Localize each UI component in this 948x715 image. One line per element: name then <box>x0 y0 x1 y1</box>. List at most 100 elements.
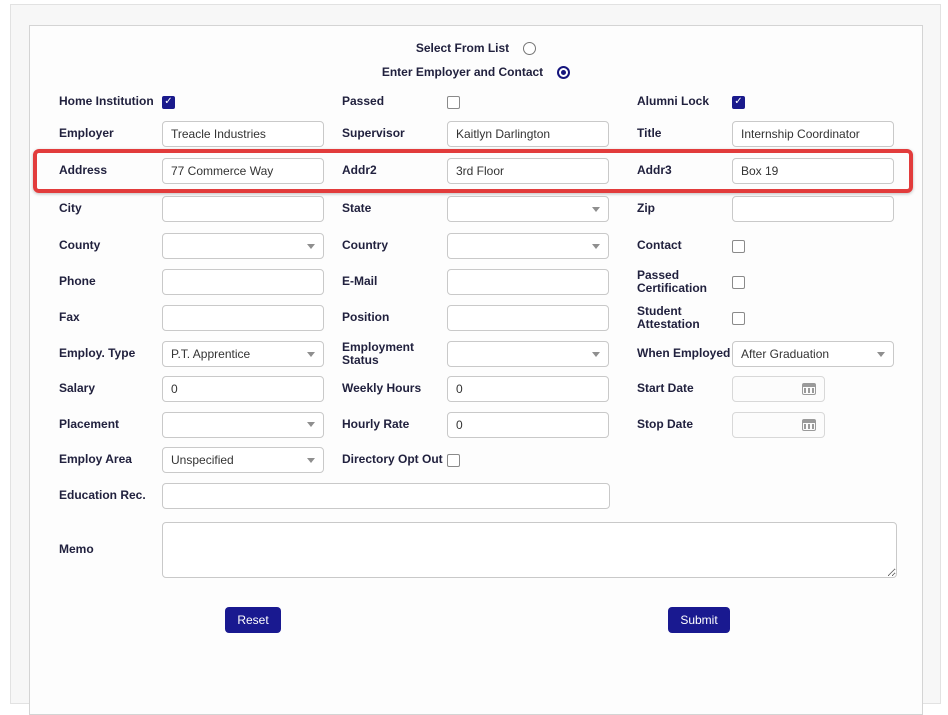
employ-area-label: Employ Area <box>59 452 132 467</box>
home-institution-checkbox[interactable] <box>162 95 175 109</box>
fax-field: Fax <box>59 305 342 331</box>
education-rec-field: Education Rec. <box>59 483 610 509</box>
phone-label: Phone <box>59 274 96 289</box>
student-attestation-field: Student Attestation <box>637 303 895 331</box>
position-input[interactable] <box>447 305 609 331</box>
alumni-lock-field: Alumni Lock <box>637 94 895 109</box>
start-date-date-input[interactable] <box>732 376 825 402</box>
form-row: County Country Contact <box>30 228 922 264</box>
email-input[interactable] <box>447 269 609 295</box>
hourly-rate-input[interactable] <box>447 411 609 438</box>
chevron-down-icon <box>307 422 315 427</box>
stop-date-date-input[interactable] <box>732 411 825 438</box>
employer-field: Employer <box>59 121 342 147</box>
addr2-field: Addr2 <box>342 158 637 184</box>
county-field: County <box>59 233 342 259</box>
state-field: State <box>342 196 637 222</box>
alumni-lock-checkbox[interactable] <box>732 95 745 109</box>
passed-label: Passed <box>342 94 385 109</box>
student-attestation-label: Student Attestation <box>637 303 700 331</box>
position-field: Position <box>342 305 637 331</box>
addr3-label: Addr3 <box>637 163 672 178</box>
directory-opt-out-field: Directory Opt Out <box>342 452 637 467</box>
student-attestation-checkbox[interactable] <box>732 311 745 325</box>
form-row: Phone E-Mail Passed Certification <box>30 264 922 300</box>
select-from-list-label: Select From List <box>415 41 510 55</box>
enter-employer-and-contact-radio[interactable] <box>557 65 571 79</box>
title-input[interactable] <box>732 121 894 147</box>
passed-checkbox[interactable] <box>447 95 460 109</box>
page-frame: Select From List Enter Employer and Conta… <box>10 4 941 715</box>
calendar-icon[interactable] <box>802 418 816 431</box>
stop-date-label: Stop Date <box>637 416 694 431</box>
country-label: Country <box>342 238 388 253</box>
employment-status-select[interactable] <box>447 341 609 367</box>
phone-input[interactable] <box>162 269 324 295</box>
passed-certification-label: Passed Certification <box>637 267 708 295</box>
start-date-label: Start Date <box>637 381 694 396</box>
employ-type-label: Employ. Type <box>59 346 136 361</box>
zip-input[interactable] <box>732 196 894 222</box>
passed-certification-field: Passed Certification <box>637 267 895 295</box>
mode-option-select-from-list: Select From List <box>30 36 922 60</box>
fax-input[interactable] <box>162 305 324 331</box>
zip-label: Zip <box>637 201 655 216</box>
education-rec-input[interactable] <box>162 483 610 509</box>
alumni-lock-label: Alumni Lock <box>637 94 710 109</box>
address-field: Address <box>59 158 342 184</box>
select-from-list-radio[interactable] <box>523 41 537 55</box>
submit-button[interactable]: Submit <box>668 607 730 633</box>
form-row: Memo <box>30 515 922 585</box>
supervisor-field: Supervisor <box>342 121 637 147</box>
weekly-hours-label: Weekly Hours <box>342 381 422 396</box>
contact-field: Contact <box>637 239 895 253</box>
form-row: City State Zip <box>30 190 922 228</box>
passed-certification-checkbox[interactable] <box>732 275 745 289</box>
contact-checkbox[interactable] <box>732 239 745 253</box>
email-field: E-Mail <box>342 269 637 295</box>
state-label: State <box>342 201 372 216</box>
address-input[interactable] <box>162 158 324 184</box>
form-row: Employ Area Unspecified Directory Opt Out <box>30 443 922 477</box>
when-employed-select[interactable]: After Graduation <box>732 341 894 367</box>
directory-opt-out-label: Directory Opt Out <box>342 452 443 467</box>
chevron-down-icon <box>592 206 600 212</box>
title-label: Title <box>637 126 662 141</box>
employ-type-select[interactable]: P.T. Apprentice <box>162 341 324 367</box>
employment-status-label: Employment Status <box>342 339 415 367</box>
placement-label: Placement <box>59 416 120 431</box>
reset-button[interactable]: Reset <box>225 607 281 633</box>
country-select[interactable] <box>447 233 609 259</box>
city-field: City <box>59 196 342 222</box>
hourly-rate-label: Hourly Rate <box>342 416 410 431</box>
city-input[interactable] <box>162 196 324 222</box>
chevron-down-icon <box>592 351 600 357</box>
employment-status-field: Employment Status <box>342 339 637 367</box>
directory-opt-out-checkbox[interactable] <box>447 453 460 467</box>
addr3-input[interactable] <box>732 158 894 184</box>
title-field: Title <box>637 121 895 147</box>
enter-employer-and-contact-label: Enter Employer and Contact <box>381 65 544 79</box>
salary-field: Salary <box>59 376 342 402</box>
memo-label: Memo <box>59 542 94 557</box>
address-label: Address <box>59 163 108 178</box>
passed-field: Passed <box>342 94 637 109</box>
employ-area-selected-value: Unspecified <box>171 453 234 467</box>
phone-field: Phone <box>59 269 342 295</box>
mode-option-enter-employer-and-contact: Enter Employer and Contact <box>30 60 922 84</box>
memo-textarea[interactable] <box>162 522 897 578</box>
supervisor-label: Supervisor <box>342 126 405 141</box>
weekly-hours-input[interactable] <box>447 376 609 402</box>
supervisor-input[interactable] <box>447 121 609 147</box>
employ-area-select[interactable]: Unspecified <box>162 447 324 473</box>
county-select[interactable] <box>162 233 324 259</box>
employ-area-field: Employ Area Unspecified <box>59 447 342 473</box>
state-select[interactable] <box>447 196 609 222</box>
salary-input[interactable] <box>162 376 324 402</box>
calendar-icon[interactable] <box>802 383 816 395</box>
stop-date-field: Stop Date <box>637 411 895 438</box>
addr3-field: Addr3 <box>637 158 895 184</box>
employer-input[interactable] <box>162 121 324 147</box>
placement-select[interactable] <box>162 411 324 438</box>
addr2-input[interactable] <box>447 158 609 184</box>
